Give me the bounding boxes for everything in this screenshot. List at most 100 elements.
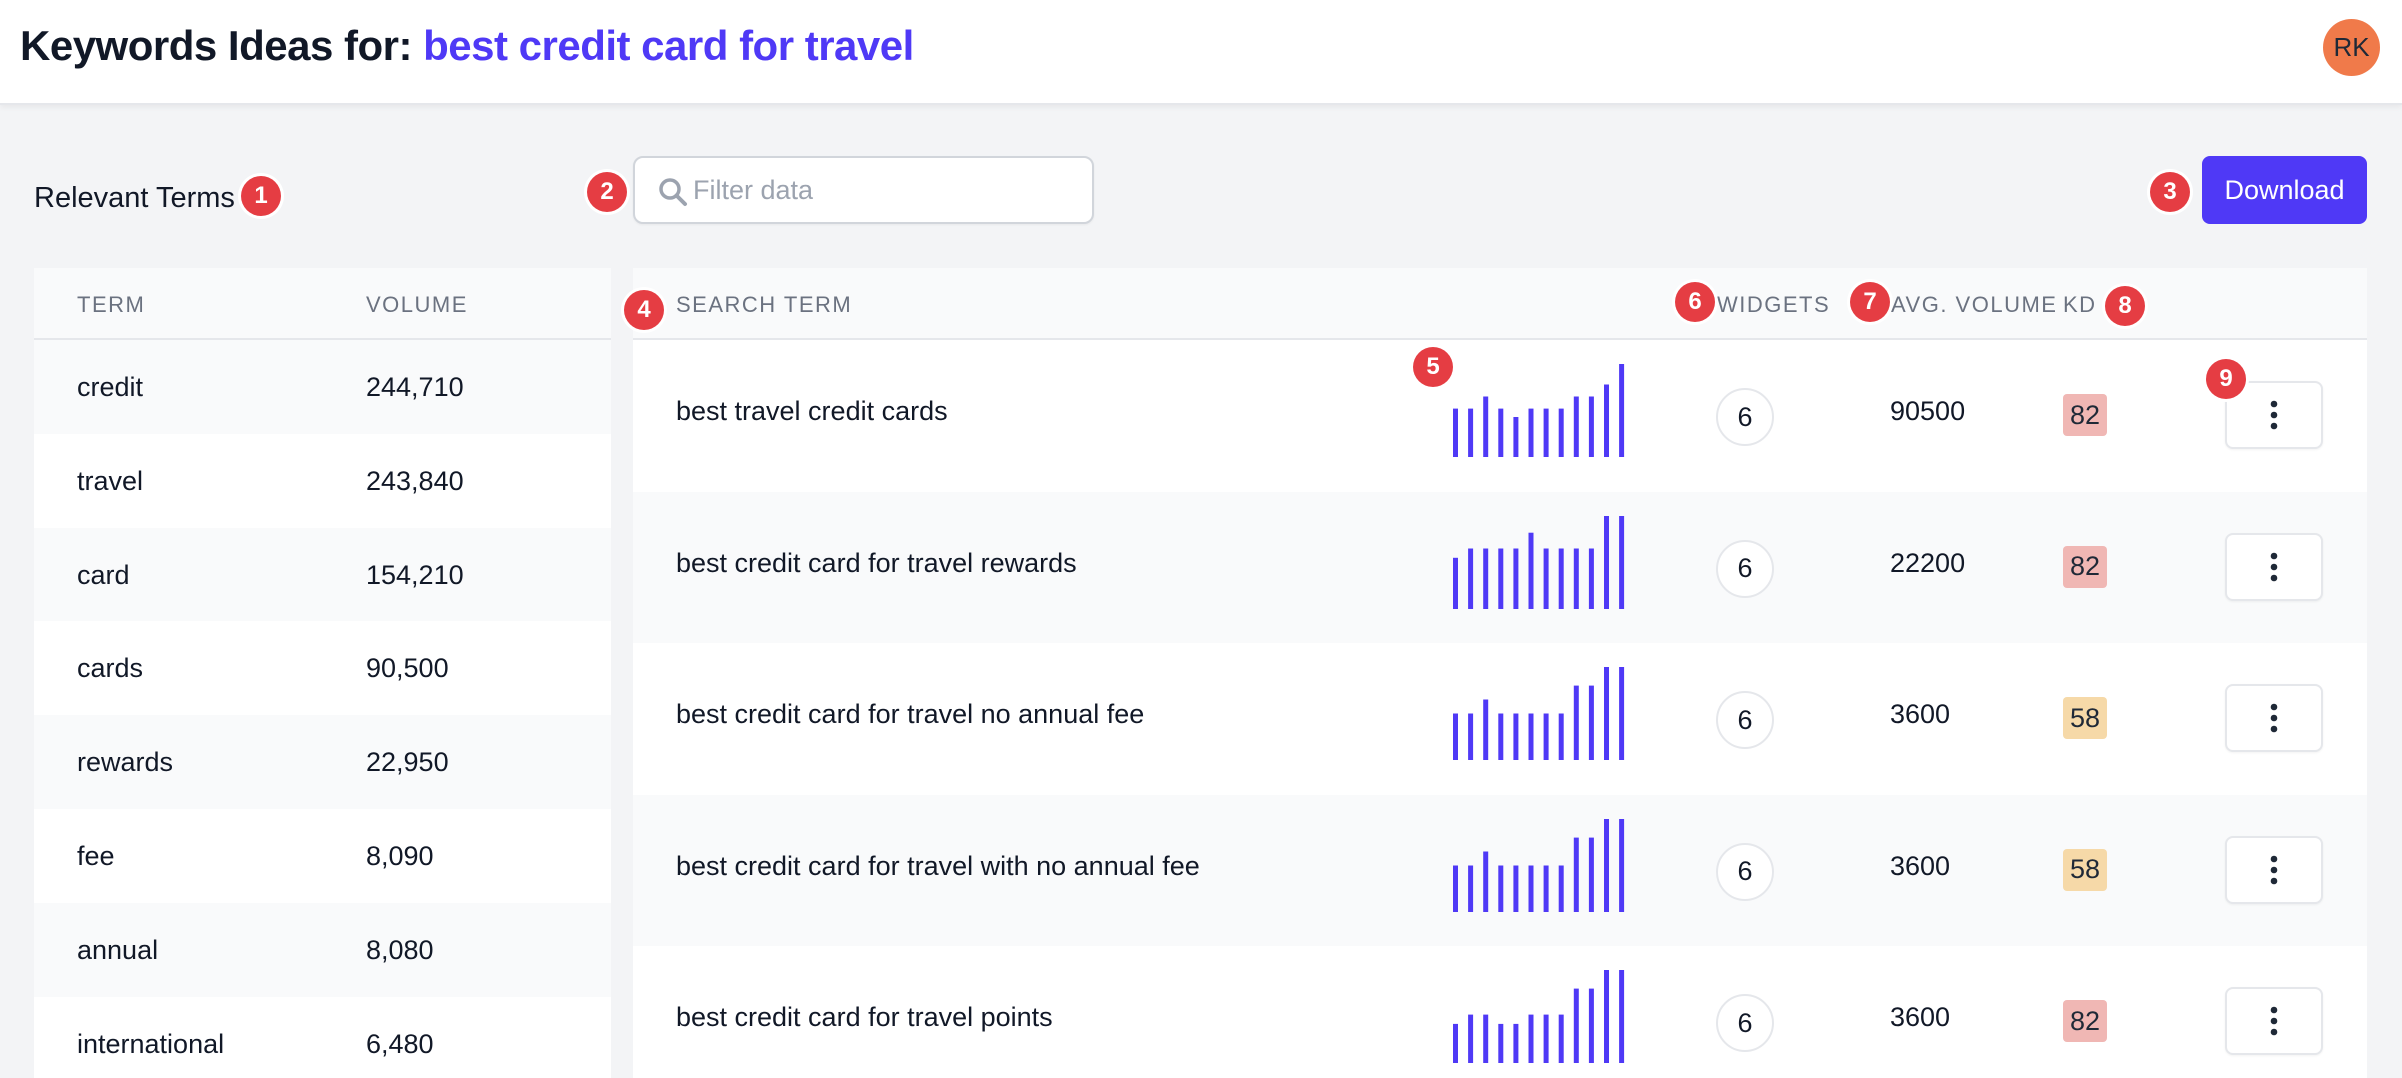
trend-bar xyxy=(1528,532,1534,609)
filter-search-box[interactable] xyxy=(633,156,1094,224)
trend-bar xyxy=(1498,713,1504,760)
trend-bar xyxy=(1588,548,1594,609)
filter-input[interactable] xyxy=(693,166,1073,214)
annotation-badge-2: 2 xyxy=(587,172,627,212)
relevant-term-row[interactable]: fee 8,090 xyxy=(34,809,611,903)
relevant-term-row[interactable]: cards 90,500 xyxy=(34,621,611,715)
relevant-term-name: annual xyxy=(77,934,159,965)
keyword-row[interactable]: best credit card for travel rewards 6 2220… xyxy=(633,491,2367,643)
column-header-search-term[interactable]: SEARCH TERM xyxy=(676,292,852,318)
keyword-term: best credit card for travel points xyxy=(676,1002,1053,1032)
widgets-count: 6 xyxy=(1716,994,1774,1052)
trend-sparkline xyxy=(1453,515,1625,609)
search-icon xyxy=(659,178,687,206)
trend-bar xyxy=(1453,713,1458,760)
trend-bar xyxy=(1604,818,1609,912)
relevant-term-row[interactable]: credit 244,710 xyxy=(34,340,611,434)
trend-bar xyxy=(1498,548,1504,609)
trend-bar xyxy=(1619,818,1625,912)
kd-badge: 58 xyxy=(2063,697,2107,739)
relevant-term-row[interactable]: card 154,210 xyxy=(34,527,611,622)
column-header-avg-volume[interactable]: AVG. VOLUME xyxy=(1891,292,2057,318)
annotation-badge-3: 3 xyxy=(2150,172,2190,212)
trend-bar xyxy=(1588,988,1594,1063)
relevant-term-volume: 90,500 xyxy=(366,653,449,684)
relevant-terms-header: TERM VOLUME xyxy=(34,268,611,340)
annotation-badge-4: 4 xyxy=(624,290,664,330)
relevant-term-name: rewards xyxy=(77,747,174,778)
kd-badge: 58 xyxy=(2063,848,2107,891)
trend-bar xyxy=(1468,548,1474,609)
column-header-volume[interactable]: VOLUME xyxy=(366,292,468,318)
column-header-kd[interactable]: KD xyxy=(2063,292,2097,318)
trend-bar xyxy=(1543,548,1549,609)
row-actions-button[interactable] xyxy=(2225,532,2323,601)
relevant-term-name: fee xyxy=(77,840,115,871)
column-header-term[interactable]: TERM xyxy=(77,292,145,318)
relevant-term-row[interactable]: international 6,480 xyxy=(34,997,611,1078)
avg-volume-value: 3600 xyxy=(1890,699,1951,729)
widgets-count: 6 xyxy=(1716,388,1774,446)
trend-sparkline xyxy=(1453,818,1625,912)
trend-sparkline xyxy=(1453,364,1625,457)
row-actions-button[interactable] xyxy=(2225,835,2323,904)
more-vertical-icon xyxy=(2270,1006,2278,1036)
trend-bar xyxy=(1498,1023,1504,1063)
keyword-row[interactable]: best travel credit cards 6 90500 82 xyxy=(633,340,2367,492)
trend-bar xyxy=(1604,515,1609,609)
relevant-terms-label: Relevant Terms xyxy=(34,182,235,214)
trend-bar xyxy=(1558,865,1564,912)
kd-badge: 82 xyxy=(2063,1000,2107,1042)
avg-volume-value: 90500 xyxy=(1890,396,1966,426)
row-actions-button[interactable] xyxy=(2225,987,2323,1055)
trend-bar xyxy=(1513,713,1519,760)
relevant-term-volume: 8,080 xyxy=(366,934,434,965)
page-title: Keywords Ideas for: best credit card for… xyxy=(20,22,914,70)
relevant-term-row[interactable]: annual 8,080 xyxy=(34,902,611,997)
trend-bar xyxy=(1468,713,1474,760)
trend-sparkline xyxy=(1453,970,1625,1063)
trend-bar xyxy=(1498,408,1504,457)
column-header-widgets[interactable]: WIDGETS xyxy=(1717,292,1830,318)
relevant-term-row[interactable]: rewards 22,950 xyxy=(34,715,611,809)
trend-bar xyxy=(1573,396,1579,457)
trend-bar xyxy=(1619,515,1625,609)
trend-bar xyxy=(1543,865,1549,912)
download-button[interactable]: Download xyxy=(2202,156,2367,224)
trend-bar xyxy=(1528,865,1534,912)
trend-bar xyxy=(1483,851,1489,912)
trend-bar xyxy=(1483,1014,1489,1063)
trend-bar xyxy=(1619,970,1625,1063)
trend-bar xyxy=(1604,970,1609,1063)
page-title-query: best credit card for travel xyxy=(423,22,914,69)
keyword-row[interactable]: best credit card for travel with no annu… xyxy=(633,794,2367,946)
avg-volume-value: 22200 xyxy=(1890,547,1966,578)
annotation-badge-8: 8 xyxy=(2105,286,2145,326)
trend-bar xyxy=(1483,396,1489,457)
keyword-row[interactable]: best credit card for travel no annual fe… xyxy=(633,643,2367,795)
trend-bar xyxy=(1453,865,1458,912)
relevant-term-row[interactable]: travel 243,840 xyxy=(34,434,611,528)
trend-bar xyxy=(1543,408,1549,457)
more-vertical-icon xyxy=(2270,400,2278,430)
keywords-table: SEARCH TERM WIDGETS AVG. VOLUME KD best … xyxy=(633,268,2367,1078)
trend-bar xyxy=(1453,408,1458,457)
annotation-badge-1: 1 xyxy=(241,176,281,216)
trend-bar xyxy=(1573,548,1579,609)
trend-bar xyxy=(1588,837,1594,912)
trend-bar xyxy=(1528,408,1534,457)
user-avatar[interactable]: RK xyxy=(2323,19,2380,76)
kd-badge: 82 xyxy=(2063,394,2107,436)
annotation-badge-9: 9 xyxy=(2206,359,2246,399)
keyword-row[interactable]: best credit card for travel points 6 3600 8… xyxy=(633,946,2367,1078)
trend-bar xyxy=(1513,1023,1519,1063)
row-actions-button[interactable] xyxy=(2225,684,2323,752)
trend-bar xyxy=(1468,865,1474,912)
trend-bar xyxy=(1573,685,1579,760)
relevant-term-volume: 6,480 xyxy=(366,1028,434,1059)
trend-bar xyxy=(1604,667,1609,760)
trend-bar xyxy=(1558,408,1564,457)
trend-bar xyxy=(1558,713,1564,760)
relevant-term-volume: 8,090 xyxy=(366,840,434,871)
trend-bar xyxy=(1453,557,1458,609)
